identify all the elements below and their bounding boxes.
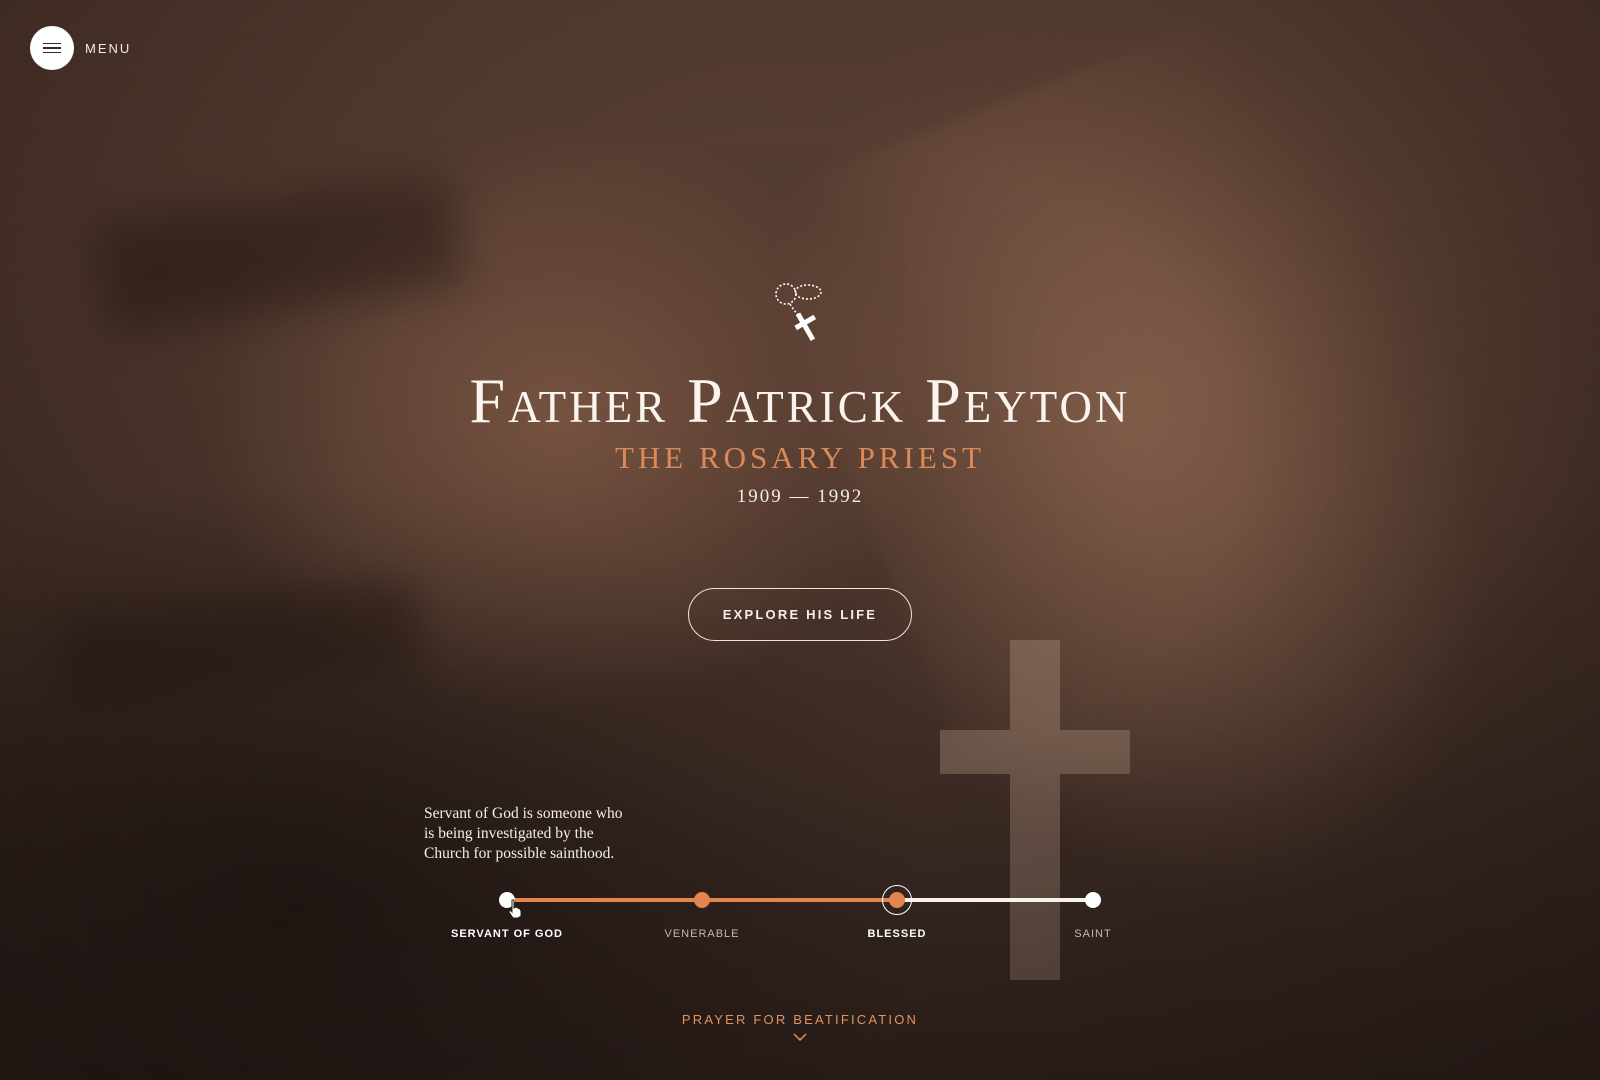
timeline-node-blessed-dot <box>889 892 905 908</box>
pointer-hand-icon <box>508 899 522 919</box>
timeline-node-saint[interactable] <box>1085 892 1101 908</box>
prayer-for-beatification-link[interactable]: PRAYER FOR BEATIFICATION <box>0 1012 1600 1041</box>
stage-label-saint[interactable]: SAINT <box>1013 928 1173 940</box>
timeline-node-venerable[interactable] <box>694 892 710 908</box>
prayer-label[interactable]: PRAYER FOR BEATIFICATION <box>0 1012 1600 1027</box>
stage-label-servant-of-god[interactable]: SERVANT OF GOD <box>427 928 587 940</box>
sainthood-timeline: SERVANT OF GOD VENERABLE BLESSED SAINT <box>0 0 1600 1080</box>
stage-label-venerable[interactable]: VENERABLE <box>622 928 782 940</box>
page: MENU Father Patrick Peyton THE ROSARY PR… <box>0 0 1600 1080</box>
timeline-track-remaining <box>897 898 1093 902</box>
stage-label-blessed[interactable]: BLESSED <box>817 928 977 940</box>
chevron-down-icon[interactable] <box>793 1033 807 1041</box>
